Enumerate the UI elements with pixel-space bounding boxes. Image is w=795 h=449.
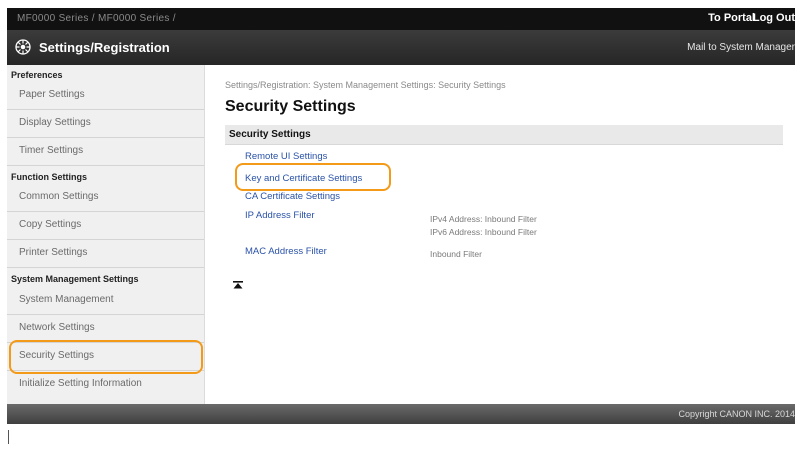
text-cursor	[8, 430, 9, 444]
sidebar-item-initialize-setting-information[interactable]: Initialize Setting Information	[19, 378, 142, 389]
mail-to-system-manager-link[interactable]: Mail to System Manager	[687, 42, 795, 53]
breadcrumb: Settings/Registration: System Management…	[225, 80, 506, 90]
divider	[7, 267, 204, 268]
ipv4-inbound-filter-status: IPv4 Address: Inbound Filter	[430, 214, 537, 224]
settings-gear-icon	[15, 39, 31, 55]
sidebar-item-copy-settings[interactable]: Copy Settings	[19, 219, 81, 230]
back-to-top-icon[interactable]	[233, 281, 243, 289]
ipv6-inbound-filter-status: IPv6 Address: Inbound Filter	[430, 227, 537, 237]
sidebar-item-display-settings[interactable]: Display Settings	[19, 117, 91, 128]
sidebar-item-paper-settings[interactable]: Paper Settings	[19, 89, 85, 100]
highlight-ring-key-and-certificate	[235, 163, 391, 191]
sidebar-item-network-settings[interactable]: Network Settings	[19, 322, 95, 333]
device-model-label: MF0000 Series / MF0000 Series /	[17, 13, 176, 24]
title-bar: Settings/Registration Mail to System Man…	[7, 30, 795, 65]
ca-certificate-settings-link[interactable]: CA Certificate Settings	[245, 191, 340, 202]
mac-inbound-filter-status: Inbound Filter	[430, 249, 482, 259]
ip-address-filter-link[interactable]: IP Address Filter	[245, 210, 315, 221]
section-header-bar: Security Settings	[225, 125, 783, 145]
footer: Copyright CANON INC. 2014	[7, 404, 795, 424]
highlight-ring-security-settings	[9, 340, 203, 374]
sidebar-item-printer-settings[interactable]: Printer Settings	[19, 247, 87, 258]
divider	[7, 165, 204, 166]
page-heading: Settings/Registration	[39, 40, 170, 55]
main-content: Settings/Registration: System Management…	[205, 65, 795, 404]
page-title: Security Settings	[225, 98, 356, 115]
remote-ui-settings-link[interactable]: Remote UI Settings	[245, 151, 327, 162]
divider	[7, 137, 204, 138]
sidebar-item-system-management[interactable]: System Management	[19, 294, 114, 305]
sidebar-heading-preferences: Preferences	[11, 70, 63, 80]
section-title: Security Settings	[229, 129, 311, 140]
to-portal-link[interactable]: To Portal	[708, 12, 755, 24]
sidebar-item-common-settings[interactable]: Common Settings	[19, 191, 98, 202]
sidebar: Preferences Paper Settings Display Setti…	[7, 65, 205, 404]
mac-address-filter-link[interactable]: MAC Address Filter	[245, 246, 327, 257]
sidebar-item-timer-settings[interactable]: Timer Settings	[19, 145, 83, 156]
sidebar-heading-system-management-settings: System Management Settings	[11, 274, 139, 284]
log-out-link[interactable]: Log Out	[753, 12, 795, 24]
divider	[7, 211, 204, 212]
web-ui-frame: MF0000 Series / MF0000 Series / To Porta…	[7, 8, 795, 404]
top-bar: MF0000 Series / MF0000 Series / To Porta…	[7, 8, 795, 30]
divider	[7, 239, 204, 240]
sidebar-heading-function-settings: Function Settings	[11, 172, 87, 182]
divider	[7, 109, 204, 110]
copyright-text: Copyright CANON INC. 2014	[678, 409, 795, 419]
divider	[7, 314, 204, 315]
